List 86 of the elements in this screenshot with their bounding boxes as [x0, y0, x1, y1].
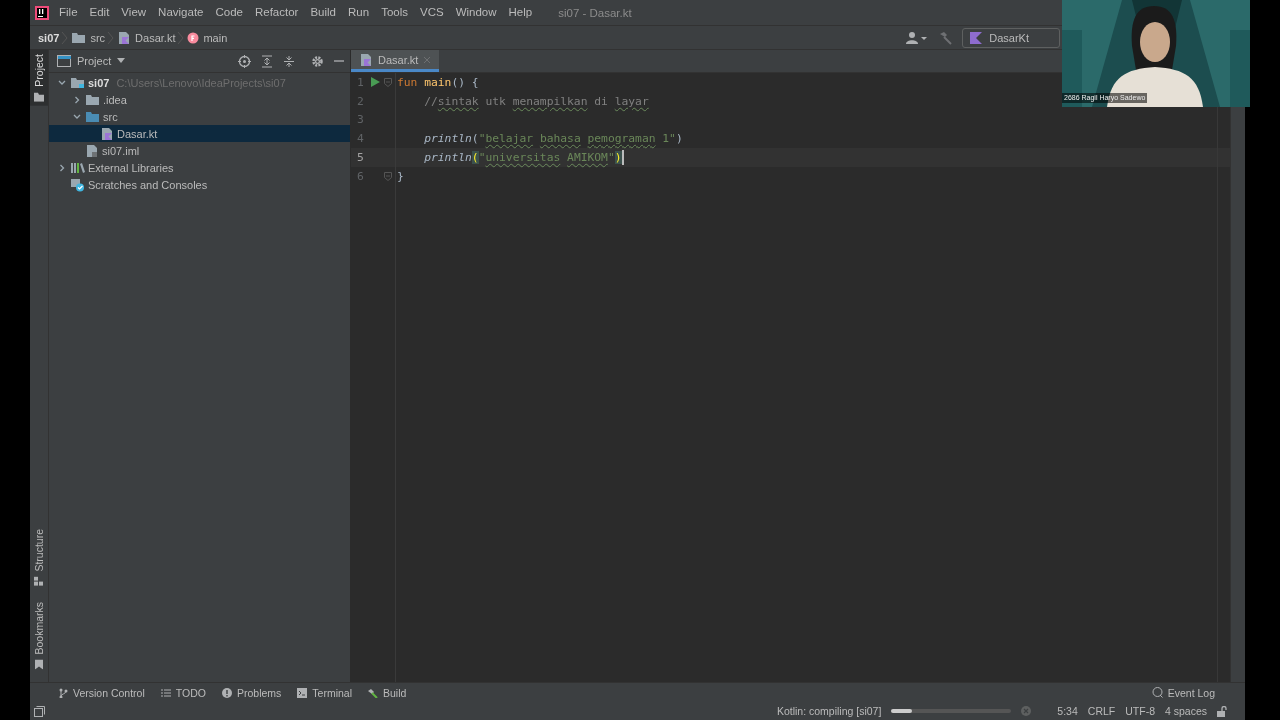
breadcrumb[interactable]: si07: [38, 31, 60, 44]
kotlin-file-icon: [117, 30, 132, 45]
menu-item[interactable]: Refactor: [248, 0, 305, 25]
warning-icon: [221, 687, 232, 698]
menu-item[interactable]: Build: [304, 0, 342, 25]
collapse-all-icon[interactable]: [283, 54, 295, 68]
code-line: //sintak utk menampilkan di layar: [423, 94, 649, 108]
menu-item[interactable]: Code: [209, 0, 249, 25]
menu-item[interactable]: Tools: [375, 0, 414, 25]
folder-icon: [71, 31, 87, 44]
background-task-label[interactable]: Kotlin: compiling [si07]: [776, 705, 882, 717]
terminal-icon: [297, 687, 308, 698]
unlocked-icon[interactable]: [1217, 705, 1227, 717]
menu-item[interactable]: View: [115, 0, 153, 25]
breadcrumb[interactable]: main: [187, 31, 228, 44]
tree-item[interactable]: si07.iml: [49, 142, 350, 159]
tool-window-button[interactable]: Problems: [221, 686, 282, 699]
function-icon: [187, 31, 200, 44]
chevron-right-icon[interactable]: [57, 162, 67, 173]
tree-item[interactable]: Scratches and Consoles: [49, 176, 350, 193]
folder-icon: [34, 91, 44, 102]
folder-icon: [85, 110, 100, 123]
menu-item[interactable]: Navigate: [152, 0, 210, 25]
code-line: }: [397, 169, 404, 183]
chevron-right-icon[interactable]: [72, 94, 82, 105]
tree-item[interactable]: src: [49, 108, 350, 125]
caret-position[interactable]: 5:34: [1057, 705, 1078, 717]
tool-window-tab[interactable]: Project: [30, 50, 48, 106]
fold-marker-icon[interactable]: [384, 77, 392, 87]
panel-icon: [57, 55, 71, 67]
kotlin-file-icon: [100, 126, 114, 141]
user-dropdown-icon[interactable]: [906, 30, 929, 45]
module-folder-icon: [70, 76, 85, 89]
line-number: 6: [356, 169, 365, 183]
menu-item[interactable]: Run: [342, 0, 376, 25]
file-encoding[interactable]: UTF-8: [1125, 705, 1155, 717]
line-number: 1: [356, 75, 365, 89]
branch-icon: [58, 687, 68, 698]
code-line: println("universitas AMIKOM"): [423, 151, 622, 165]
code-line: println("belajar bahasa pemograman 1"): [423, 132, 683, 146]
event-log-button[interactable]: Event Log: [1151, 686, 1215, 699]
list-icon: [160, 687, 171, 698]
breadcrumb[interactable]: Dasar.kt: [117, 30, 176, 45]
tree-item[interactable]: Dasar.kt: [49, 125, 350, 142]
project-view-dropdown[interactable]: Project: [57, 55, 126, 67]
run-icon[interactable]: [371, 77, 380, 88]
tool-window-button[interactable]: TODO: [160, 686, 206, 699]
line-number: 5: [356, 151, 365, 165]
breadcrumb[interactable]: src: [71, 31, 106, 44]
run-configuration-dropdown[interactable]: DasarKt: [962, 27, 1060, 48]
menu-item[interactable]: VCS: [414, 0, 450, 25]
kotlin-file-icon: [359, 52, 373, 67]
tree-item[interactable]: .idea: [49, 91, 350, 108]
tree-item[interactable]: External Libraries: [49, 159, 350, 176]
scratches-icon: [70, 177, 85, 192]
app-logo-icon[interactable]: [35, 5, 49, 20]
fold-marker-icon[interactable]: [384, 171, 392, 181]
tool-window-button[interactable]: Terminal: [297, 686, 352, 699]
line-number: 3: [356, 113, 365, 127]
tool-window-tab[interactable]: Bookmarks: [30, 598, 48, 674]
bookmark-icon: [34, 660, 44, 670]
hammer-icon: [368, 687, 378, 698]
crosshair-icon[interactable]: [238, 54, 251, 68]
line-number: 2: [356, 94, 365, 108]
caret-down-icon: [117, 58, 126, 64]
code-line: fun main() {: [397, 75, 479, 89]
line-number: 4: [356, 132, 365, 146]
menu-item[interactable]: File: [53, 0, 84, 25]
tool-window-button[interactable]: Build: [368, 686, 407, 699]
folder-icon: [85, 93, 100, 106]
line-separator[interactable]: CRLF: [1087, 705, 1116, 717]
tool-window-tab[interactable]: Structure: [30, 524, 48, 591]
indent-setting[interactable]: 4 spaces: [1164, 705, 1207, 717]
kotlin-icon: [969, 30, 984, 45]
structure-icon: [34, 576, 44, 587]
file-icon: [85, 143, 99, 158]
editor-tab[interactable]: Dasar.kt: [351, 50, 440, 72]
library-icon: [70, 161, 85, 174]
panel-toggle-icon[interactable]: [34, 705, 45, 717]
expand-all-icon[interactable]: [261, 54, 273, 68]
menu-item[interactable]: Window: [449, 0, 503, 25]
menu-item[interactable]: Help: [502, 0, 539, 25]
settings-icon[interactable]: [311, 54, 324, 68]
tool-window-button[interactable]: Version Control: [58, 686, 145, 699]
menu-item[interactable]: Edit: [83, 0, 116, 25]
window-title: si07 - Dasar.kt: [558, 6, 632, 19]
